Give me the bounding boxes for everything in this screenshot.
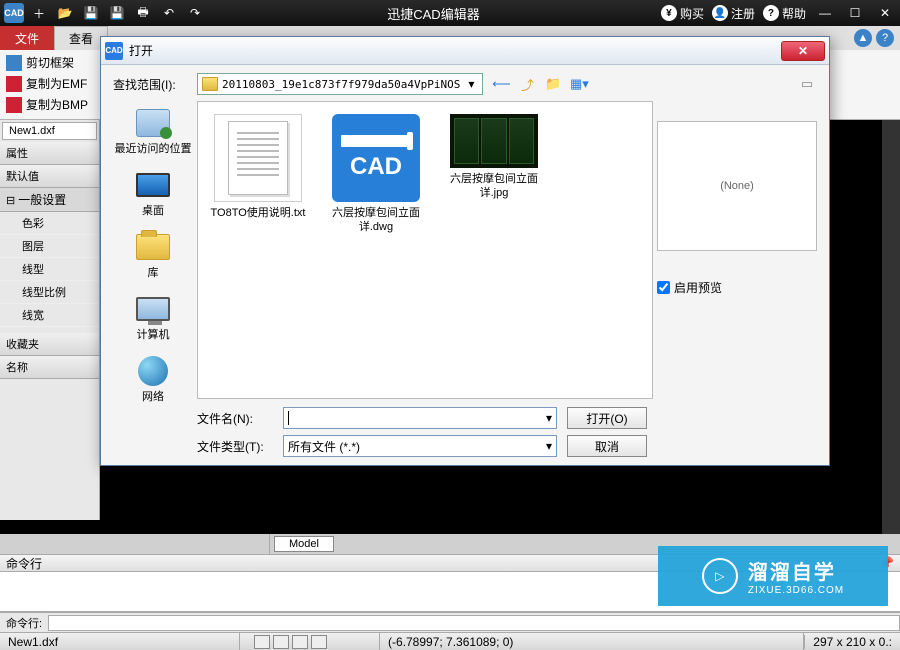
dialog-title: 打开 xyxy=(129,42,153,59)
chevron-down-icon[interactable]: ▾ xyxy=(546,439,552,453)
chevron-down-icon[interactable]: ▾ xyxy=(546,411,552,425)
properties-panel: New1.dxf 属性 默认值 ⊟ 一般设置 色彩 图层 线型 线型比例 线宽 … xyxy=(0,120,100,520)
command-input-row: 命令行: xyxy=(0,612,900,632)
place-computer[interactable]: 计算机 xyxy=(113,291,193,345)
watermark: ▷ 溜溜自学 ZIXUE.3D66.COM xyxy=(658,546,888,606)
help-icon[interactable]: ? xyxy=(876,29,894,47)
minimize-button[interactable]: ― xyxy=(814,3,836,23)
props-attr-head: 属性 xyxy=(0,142,99,165)
folder-icon xyxy=(202,77,218,91)
library-icon xyxy=(136,234,170,260)
prop-row[interactable]: 图层 xyxy=(0,235,99,258)
name-head: 名称 xyxy=(0,356,99,379)
new-folder-icon[interactable]: 📁 xyxy=(543,74,563,94)
props-default-head[interactable]: 默认值 xyxy=(0,165,99,188)
file-item-jpg[interactable]: 六层按摩包间立面详.jpg xyxy=(444,114,544,201)
filename-label: 文件名(N): xyxy=(197,410,273,427)
titlebar: CAD ＋ 📂 💾 💾 🖶 ↶ ↷ 迅捷CAD编辑器 ¥购买 👤注册 ?帮助 ―… xyxy=(0,0,900,26)
save-icon[interactable]: 💾 xyxy=(80,2,102,24)
file-list[interactable]: TO8TO使用说明.txt CAD 六层按摩包间立面详.dwg 六层按摩包间立面… xyxy=(197,101,653,399)
status-file: New1.dxf xyxy=(0,633,240,650)
copy-emf-button[interactable]: 复制为EMF xyxy=(6,75,88,92)
preview-box: (None) xyxy=(657,121,817,251)
tab-file[interactable]: 文件 xyxy=(0,26,54,50)
model-tab[interactable]: Model xyxy=(274,536,334,552)
grid-icon[interactable] xyxy=(273,635,289,649)
emf-icon xyxy=(6,76,22,92)
up-icon[interactable]: ⤴ xyxy=(517,74,537,94)
place-recent[interactable]: 最近访问的位置 xyxy=(113,105,193,159)
back-icon[interactable]: ⟵ xyxy=(491,74,511,94)
help-link[interactable]: ?帮助 xyxy=(763,5,806,22)
command-input[interactable] xyxy=(48,615,900,631)
view-mode-icon[interactable]: ▦▾ xyxy=(569,74,589,94)
question-icon: ? xyxy=(763,5,779,21)
buy-link[interactable]: ¥购买 xyxy=(661,5,704,22)
cad-icon: CAD xyxy=(105,42,123,60)
cut-frame-button[interactable]: 剪切框架 xyxy=(6,54,88,71)
open-dialog: CAD 打开 ✕ 查找范围(I): 20110803_19e1c873f7f97… xyxy=(100,36,830,466)
copy-bmp-button[interactable]: 复制为BMP xyxy=(6,96,88,113)
file-item-dwg[interactable]: CAD 六层按摩包间立面详.dwg xyxy=(326,114,426,235)
statusbar: New1.dxf (-6.78997; 7.361089; 0) 297 x 2… xyxy=(0,632,900,650)
open-icon[interactable]: 📂 xyxy=(54,2,76,24)
preview-pane: (None) 启用预览 xyxy=(657,101,817,399)
file-item-txt[interactable]: TO8TO使用说明.txt xyxy=(208,114,308,220)
recent-icon xyxy=(136,109,170,137)
polar-icon[interactable] xyxy=(311,635,327,649)
dwg-icon: CAD xyxy=(332,114,420,202)
place-network[interactable]: 网络 xyxy=(113,353,193,407)
prop-row[interactable]: 线型比例 xyxy=(0,281,99,304)
path-dropdown[interactable]: 20110803_19e1c873f7f979da50a4VpPiNOS ▾ xyxy=(197,73,483,95)
redo-icon[interactable]: ↷ xyxy=(184,2,206,24)
yen-icon: ¥ xyxy=(661,5,677,21)
chevron-down-icon[interactable]: ▾ xyxy=(464,77,478,91)
preview-toggle-icon[interactable]: ▭ xyxy=(797,74,817,94)
preview-checkbox-input[interactable] xyxy=(657,281,670,294)
place-desktop[interactable]: 桌面 xyxy=(113,167,193,221)
enable-preview-checkbox[interactable]: 启用预览 xyxy=(657,279,817,296)
play-icon: ▷ xyxy=(702,558,738,594)
dialog-close-button[interactable]: ✕ xyxy=(781,41,825,61)
maximize-button[interactable]: ☐ xyxy=(844,3,866,23)
status-dims: 297 x 210 x 0.: xyxy=(804,635,900,649)
cancel-button[interactable]: 取消 xyxy=(567,435,647,457)
vertical-scrollbar[interactable] xyxy=(882,120,900,534)
filetype-label: 文件类型(T): xyxy=(197,438,273,455)
filename-input[interactable]: ▾ xyxy=(283,407,557,429)
close-button[interactable]: ✕ xyxy=(874,3,896,23)
range-label: 查找范围(I): xyxy=(113,76,189,93)
app-title: 迅捷CAD编辑器 xyxy=(206,4,661,23)
command-label: 命令行: xyxy=(0,615,48,631)
app-icon: CAD xyxy=(4,3,24,23)
new-icon[interactable]: ＋ xyxy=(28,2,50,24)
filetype-select[interactable]: 所有文件 (*.*)▾ xyxy=(283,435,557,457)
places-bar: 最近访问的位置 桌面 库 计算机 网络 xyxy=(113,101,193,399)
prop-row[interactable]: 线宽 xyxy=(0,304,99,327)
prop-row[interactable]: 色彩 xyxy=(0,212,99,235)
props-general-head[interactable]: ⊟ 一般设置 xyxy=(0,188,99,212)
status-coords: (-6.78997; 7.361089; 0) xyxy=(380,633,804,650)
dialog-titlebar: CAD 打开 ✕ xyxy=(101,37,829,65)
txt-icon xyxy=(228,121,288,195)
open-button[interactable]: 打开(O) xyxy=(567,407,647,429)
scissors-icon xyxy=(6,55,22,71)
print-icon[interactable]: 🖶 xyxy=(132,2,154,24)
prop-row[interactable]: 线型 xyxy=(0,258,99,281)
document-tab[interactable]: New1.dxf xyxy=(2,122,97,140)
register-link[interactable]: 👤注册 xyxy=(712,5,755,22)
saveas-icon[interactable]: 💾 xyxy=(106,2,128,24)
undo-icon[interactable]: ↶ xyxy=(158,2,180,24)
snap-icon[interactable] xyxy=(254,635,270,649)
jpg-thumb xyxy=(450,114,538,168)
favorites-head: 收藏夹 xyxy=(0,333,99,356)
user-icon: 👤 xyxy=(712,5,728,21)
network-icon xyxy=(138,356,168,386)
place-library[interactable]: 库 xyxy=(113,229,193,283)
computer-icon xyxy=(136,297,170,321)
desktop-icon xyxy=(136,173,170,197)
bmp-icon xyxy=(6,97,22,113)
ortho-icon[interactable] xyxy=(292,635,308,649)
style-icon[interactable]: ▲ xyxy=(854,29,872,47)
